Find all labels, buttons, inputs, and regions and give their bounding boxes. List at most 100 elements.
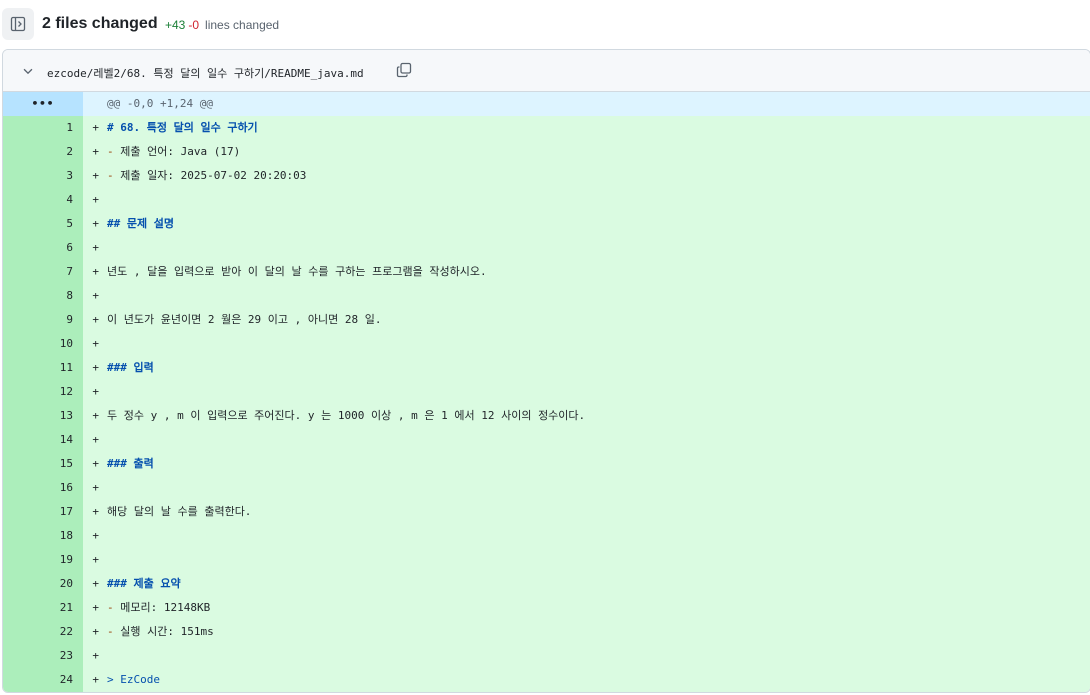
line-number[interactable]: 10 (3, 332, 83, 356)
diff-toolbar: 2 files changed +43 -0 lines changed (0, 0, 1090, 48)
toggle-file-tree-button[interactable] (2, 8, 34, 40)
list-marker: - (107, 601, 121, 614)
chevron-down-icon[interactable] (21, 64, 35, 78)
diff-line: 20 + ### 제출 요약 (3, 572, 1090, 596)
line-content: + 년도 , 달을 입력으로 받아 이 달의 날 수를 구하는 프로그램을 작성하… (83, 260, 1090, 284)
files-changed-count: 2 files changed (42, 15, 158, 32)
addition-marker: + (92, 169, 99, 182)
addition-marker: + (92, 601, 99, 614)
line-number[interactable]: 22 (3, 620, 83, 644)
addition-marker: + (92, 361, 99, 374)
diff-line: 21 + - 메모리: 12148KB (3, 596, 1090, 620)
line-content: + (83, 380, 1090, 404)
addition-marker: + (92, 649, 99, 662)
diff-line: 23 + (3, 644, 1090, 668)
line-text: 두 정수 y , m 이 입력으로 주어진다. y 는 1000 이상 , m … (107, 409, 586, 422)
line-text: ### 입력 (107, 361, 154, 374)
sidebar-expand-icon (10, 16, 26, 32)
addition-marker: + (92, 289, 99, 302)
line-number[interactable]: 24 (3, 668, 83, 692)
line-number[interactable]: 18 (3, 524, 83, 548)
line-content: + (83, 284, 1090, 308)
line-content: + (83, 644, 1090, 668)
diff-line: 17 + 해당 달의 날 수를 출력한다. (3, 500, 1090, 524)
line-number[interactable]: 23 (3, 644, 83, 668)
line-content: + # 68. 특정 달의 일수 구하기 (83, 116, 1090, 140)
list-marker: - (107, 625, 121, 638)
line-content: + (83, 524, 1090, 548)
line-content: + (83, 332, 1090, 356)
line-number[interactable]: 15 (3, 452, 83, 476)
addition-marker: + (92, 505, 99, 518)
line-number[interactable]: 4 (3, 188, 83, 212)
line-text: # 68. 특정 달의 일수 구하기 (107, 121, 258, 134)
diff-line: 9 + 이 년도가 윤년이면 2 월은 29 이고 , 아니면 28 일. (3, 308, 1090, 332)
line-content: + 두 정수 y , m 이 입력으로 주어진다. y 는 1000 이상 , m… (83, 404, 1090, 428)
line-number[interactable]: 6 (3, 236, 83, 260)
line-number[interactable]: 2 (3, 140, 83, 164)
addition-marker: + (92, 577, 99, 590)
list-marker: - (107, 145, 121, 158)
line-number[interactable]: 8 (3, 284, 83, 308)
addition-marker: + (92, 265, 99, 278)
line-number[interactable]: 1 (3, 116, 83, 140)
line-content: + - 실행 시간: 151ms (83, 620, 1090, 644)
line-number[interactable]: 14 (3, 428, 83, 452)
diff-line: 7 + 년도 , 달을 입력으로 받아 이 달의 날 수를 구하는 프로그램을 작성… (3, 260, 1090, 284)
addition-marker: + (92, 673, 99, 686)
line-number[interactable]: 17 (3, 500, 83, 524)
diff-line: 8 + (3, 284, 1090, 308)
file-path-link[interactable]: ezcode/레벨2/68. 특정 달의 일수 구하기/README_java.… (47, 65, 364, 81)
line-text: 실행 시간: 151ms (120, 625, 214, 638)
line-number[interactable]: 16 (3, 476, 83, 500)
line-number[interactable]: 11 (3, 356, 83, 380)
line-text: 해당 달의 날 수를 출력한다. (107, 505, 252, 518)
diff-line: 4 + (3, 188, 1090, 212)
line-number[interactable]: 20 (3, 572, 83, 596)
line-number[interactable]: 3 (3, 164, 83, 188)
addition-marker: + (92, 385, 99, 398)
line-number[interactable]: 7 (3, 260, 83, 284)
addition-marker: + (92, 217, 99, 230)
line-number[interactable]: 13 (3, 404, 83, 428)
file-diff: ezcode/레벨2/68. 특정 달의 일수 구하기/README_java.… (2, 49, 1090, 693)
copy-icon[interactable] (396, 62, 412, 78)
lines-changed-label: lines changed (205, 18, 280, 32)
line-content: + (83, 476, 1090, 500)
line-number[interactable]: 21 (3, 596, 83, 620)
hunk-header: @@ -0,0 +1,24 @@ (83, 92, 1090, 116)
line-number[interactable]: 19 (3, 548, 83, 572)
line-text: ### 제출 요약 (107, 577, 181, 590)
line-content: + ### 입력 (83, 356, 1090, 380)
line-content: + 해당 달의 날 수를 출력한다. (83, 500, 1090, 524)
line-number[interactable]: 5 (3, 212, 83, 236)
diff-line: 5 + ## 문제 설명 (3, 212, 1090, 236)
line-content: + - 메모리: 12148KB (83, 596, 1090, 620)
line-content: + > EzCode (83, 668, 1090, 692)
line-content: + (83, 428, 1090, 452)
diff-line: 12 + (3, 380, 1090, 404)
list-marker: - (107, 169, 121, 182)
diff-line: 3 + - 제출 일자: 2025-07-02 20:20:03 (3, 164, 1090, 188)
line-text: 년도 , 달을 입력으로 받아 이 달의 날 수를 구하는 프로그램을 작성하시… (107, 265, 487, 278)
diff-line: 10 + (3, 332, 1090, 356)
line-content: + (83, 188, 1090, 212)
addition-marker: + (92, 409, 99, 422)
line-content: + (83, 236, 1090, 260)
addition-marker: + (92, 625, 99, 638)
addition-marker: + (92, 553, 99, 566)
addition-marker: + (92, 481, 99, 494)
line-number[interactable]: 9 (3, 308, 83, 332)
addition-marker: + (92, 313, 99, 326)
addition-marker: + (92, 145, 99, 158)
diff-line: 24 + > EzCode (3, 668, 1090, 692)
line-number[interactable]: 12 (3, 380, 83, 404)
expand-hunk-button[interactable]: ••• (3, 92, 83, 116)
line-text: 메모리: 12148KB (120, 601, 211, 614)
diff-line: 14 + (3, 428, 1090, 452)
line-content: + ## 문제 설명 (83, 212, 1090, 236)
addition-marker: + (92, 457, 99, 470)
line-text: 이 년도가 윤년이면 2 월은 29 이고 , 아니면 28 일. (107, 313, 382, 326)
addition-marker: + (92, 193, 99, 206)
additions-count: +43 (165, 18, 186, 32)
